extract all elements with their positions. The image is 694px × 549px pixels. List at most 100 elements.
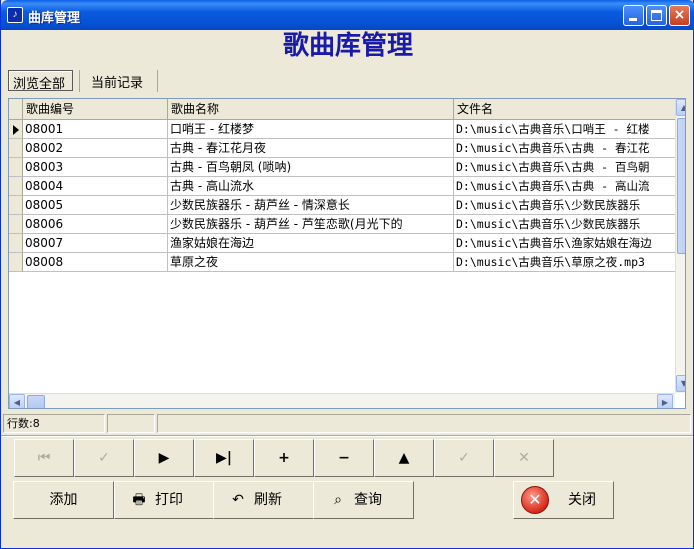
file-name-cell[interactable]: D:\music\古典音乐\古典 - 百鸟朝: [454, 158, 675, 177]
table-row[interactable]: 08006 少数民族器乐 - 葫芦丝 - 芦笙恋歌(月光下的 D:\music\古典…: [9, 215, 675, 234]
binoculars-icon: ⌕: [334, 492, 342, 508]
insert-record-icon: +: [278, 450, 290, 466]
file-name-cell[interactable]: D:\music\古典音乐\古典 - 高山流: [454, 177, 675, 196]
row-indicator[interactable]: [9, 139, 23, 158]
query-button[interactable]: ⌕ 查询: [313, 481, 414, 519]
song-id-cell[interactable]: 08001: [23, 120, 168, 139]
scroll-left-button[interactable]: ◀: [9, 394, 25, 408]
post-record-icon: ✓: [458, 450, 470, 466]
grid-header: 歌曲编号 歌曲名称 文件名: [9, 99, 675, 120]
table-row[interactable]: 08001 口哨王 - 红楼梦 D:\music\古典音乐\口哨王 - 红楼: [9, 120, 675, 139]
vertical-scroll-thumb[interactable]: [677, 118, 685, 254]
song-name-cell[interactable]: 古典 - 春江花月夜: [168, 139, 454, 158]
song-id-cell[interactable]: 08007: [23, 234, 168, 253]
song-id-cell[interactable]: 08008: [23, 253, 168, 272]
tab-divider: [79, 70, 80, 92]
table-row[interactable]: 08005 少数民族器乐 - 葫芦丝 - 情深意长 D:\music\古典音乐\少数…: [9, 196, 675, 215]
file-name-cell[interactable]: D:\music\古典音乐\草原之夜.mp3: [454, 253, 675, 272]
minimize-button[interactable]: [623, 5, 644, 26]
vertical-scrollbar[interactable]: ▲ ▼: [675, 99, 685, 393]
song-name-cell[interactable]: 渔家姑娘在海边: [168, 234, 454, 253]
title-bar[interactable]: ♪ 曲库管理 ×: [1, 0, 694, 30]
status-bar: 行数:8: [3, 414, 691, 433]
horizontal-scrollbar[interactable]: ◀ ▶: [9, 393, 675, 408]
post-record-button[interactable]: ✓: [434, 439, 494, 477]
file-name-cell[interactable]: D:\music\古典音乐\渔家姑娘在海边: [454, 234, 675, 253]
close-circle-icon: ✕: [521, 486, 549, 514]
refresh-button-label: 刷新: [254, 492, 282, 508]
song-id-cell[interactable]: 08002: [23, 139, 168, 158]
table-row[interactable]: 08002 古典 - 春江花月夜 D:\music\古典音乐\古典 - 春江花: [9, 139, 675, 158]
printer-icon: 🖶: [132, 492, 146, 508]
page-heading: 歌曲库管理: [282, 31, 413, 61]
song-name-cell[interactable]: 口哨王 - 红楼梦: [168, 120, 454, 139]
last-record-icon: ▶|: [216, 450, 232, 466]
song-name-cell[interactable]: 古典 - 百鸟朝凤 (唢呐): [168, 158, 454, 177]
edit-record-icon: ▲: [398, 450, 410, 466]
first-record-button[interactable]: ⏮: [14, 439, 74, 477]
scroll-right-button[interactable]: ▶: [657, 394, 673, 408]
table-row[interactable]: 08007 渔家姑娘在海边 D:\music\古典音乐\渔家姑娘在海边: [9, 234, 675, 253]
column-header-song-name[interactable]: 歌曲名称: [168, 99, 454, 120]
song-id-cell[interactable]: 08005: [23, 196, 168, 215]
delete-record-icon: −: [338, 450, 350, 466]
status-panel: [157, 414, 691, 433]
add-button-label: 添加: [49, 492, 78, 508]
add-button[interactable]: 添加: [13, 481, 114, 519]
status-row-count: 行数:8: [3, 414, 105, 433]
column-header-file-name[interactable]: 文件名: [454, 99, 675, 120]
song-name-cell[interactable]: 少数民族器乐 - 葫芦丝 - 芦笙恋歌(月光下的: [168, 215, 454, 234]
column-header-song-id[interactable]: 歌曲编号: [23, 99, 168, 120]
file-name-cell[interactable]: D:\music\古典音乐\少数民族器乐: [454, 196, 675, 215]
song-name-cell[interactable]: 少数民族器乐 - 葫芦丝 - 情深意长: [168, 196, 454, 215]
refresh-icon: ↶: [232, 492, 244, 508]
row-indicator[interactable]: [9, 215, 23, 234]
scroll-down-button[interactable]: ▼: [676, 375, 685, 392]
print-button[interactable]: 🖶 打印: [114, 481, 215, 519]
minimize-icon: [629, 18, 637, 21]
file-name-cell[interactable]: D:\music\古典音乐\少数民族器乐: [454, 215, 675, 234]
row-indicator[interactable]: [9, 120, 23, 139]
next-record-icon: ▶: [158, 450, 170, 466]
song-id-cell[interactable]: 08004: [23, 177, 168, 196]
horizontal-scroll-thumb[interactable]: [27, 395, 45, 408]
close-button[interactable]: ✕ 关闭: [513, 481, 614, 519]
maximize-button[interactable]: [646, 5, 667, 26]
prior-record-icon: ✓: [98, 450, 110, 466]
table-row[interactable]: 08004 古典 - 高山流水 D:\music\古典音乐\古典 - 高山流: [9, 177, 675, 196]
row-indicator[interactable]: [9, 158, 23, 177]
tab-browse-all[interactable]: 浏览全部: [8, 70, 73, 92]
refresh-button[interactable]: ↶ 刷新: [213, 481, 314, 519]
file-name-cell[interactable]: D:\music\古典音乐\古典 - 春江花: [454, 139, 675, 158]
table-row[interactable]: 08008 草原之夜 D:\music\古典音乐\草原之夜.mp3: [9, 253, 675, 272]
next-record-button[interactable]: ▶: [134, 439, 194, 477]
scroll-up-button[interactable]: ▲: [676, 99, 685, 116]
tab-current-record[interactable]: 当前记录: [87, 70, 153, 91]
tab-divider: [157, 70, 158, 92]
first-record-icon: ⏮: [37, 450, 51, 466]
row-indicator[interactable]: [9, 253, 23, 272]
row-indicator[interactable]: [9, 234, 23, 253]
close-window-button[interactable]: ×: [669, 5, 690, 26]
song-name-cell[interactable]: 草原之夜: [168, 253, 454, 272]
prior-record-button[interactable]: ✓: [74, 439, 134, 477]
last-record-button[interactable]: ▶|: [194, 439, 254, 477]
file-name-cell[interactable]: D:\music\古典音乐\口哨王 - 红楼: [454, 120, 675, 139]
table-row[interactable]: 08003 古典 - 百鸟朝凤 (唢呐) D:\music\古典音乐\古典 - 百鸟…: [9, 158, 675, 177]
current-row-pointer-icon: [13, 125, 19, 135]
music-app-icon[interactable]: ♪: [7, 7, 23, 23]
status-panel: [107, 414, 155, 433]
close-button-label: 关闭: [568, 492, 596, 508]
songs-grid[interactable]: 歌曲编号 歌曲名称 文件名 08001 口哨王 - 红楼梦 D:\music\古典音…: [8, 98, 686, 409]
delete-record-button[interactable]: −: [314, 439, 374, 477]
cancel-record-button[interactable]: ✕: [494, 439, 554, 477]
song-name-cell[interactable]: 古典 - 高山流水: [168, 177, 454, 196]
song-id-cell[interactable]: 08003: [23, 158, 168, 177]
row-indicator[interactable]: [9, 196, 23, 215]
edit-record-button[interactable]: ▲: [374, 439, 434, 477]
close-icon: ×: [673, 7, 686, 23]
window-title: 曲库管理: [28, 11, 81, 26]
song-id-cell[interactable]: 08006: [23, 215, 168, 234]
insert-record-button[interactable]: +: [254, 439, 314, 477]
row-indicator[interactable]: [9, 177, 23, 196]
